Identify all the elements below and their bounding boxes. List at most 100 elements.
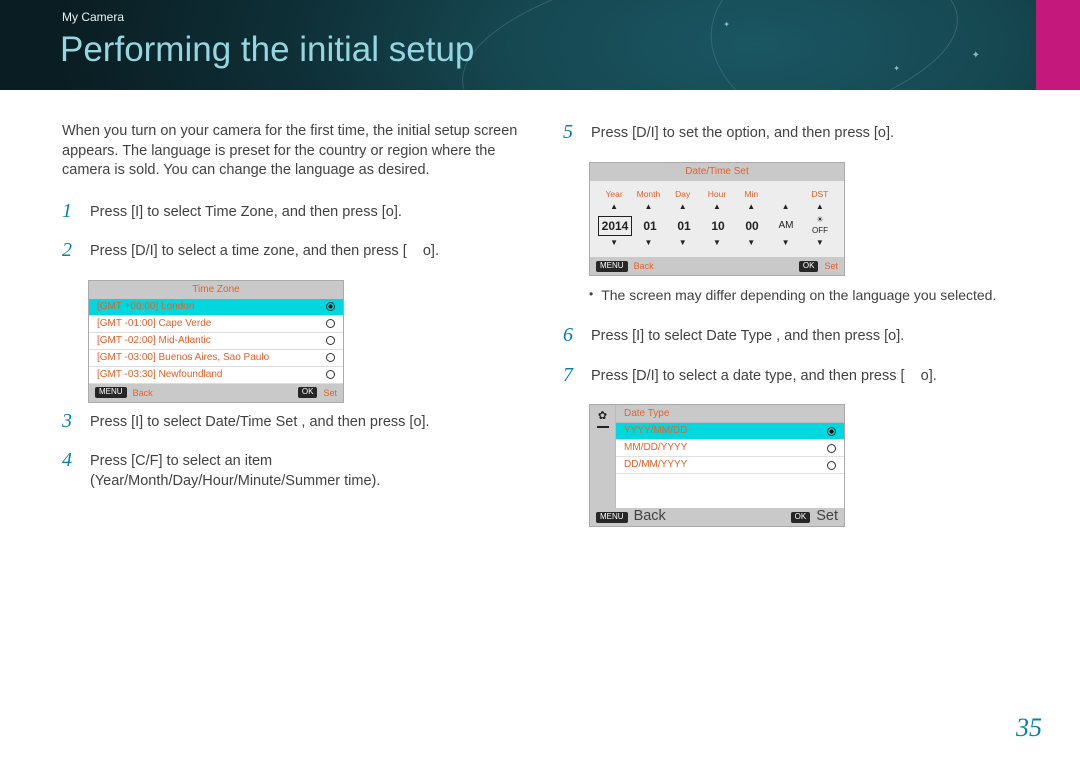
decor-swirl-2 bbox=[700, 0, 1080, 90]
up-arrow-icon[interactable]: ▲ bbox=[769, 202, 801, 213]
step-7: 7 Press [D/I] to select a date type, and… bbox=[563, 365, 1024, 387]
up-arrow-icon[interactable]: ▲ bbox=[735, 202, 767, 213]
back-label: Back bbox=[634, 507, 666, 527]
empty-rows bbox=[616, 474, 844, 508]
list-item[interactable]: DD/MM/YYYY bbox=[616, 457, 844, 474]
col-label: Year bbox=[598, 189, 630, 200]
list-item[interactable]: [GMT -03:30] Newfoundland bbox=[89, 367, 343, 384]
step-number: 5 bbox=[563, 122, 581, 142]
down-arrow-icon[interactable]: ▼ bbox=[701, 238, 733, 249]
panel-side-tabs: ✿ bbox=[590, 405, 616, 508]
step-number: 4 bbox=[62, 450, 80, 470]
step-text: Press [I] to select Time Zone, and then … bbox=[90, 201, 523, 223]
note-text: The screen may differ depending on the l… bbox=[601, 286, 996, 305]
back-label: Back bbox=[133, 387, 153, 399]
value-ampm: AM bbox=[770, 219, 802, 233]
ok-chip: OK bbox=[298, 387, 318, 398]
list-item-label: [GMT -01:00] Cape Verde bbox=[97, 317, 211, 331]
up-arrow-icon[interactable]: ▲ bbox=[667, 202, 699, 213]
value-day: 01 bbox=[668, 218, 700, 234]
radio-icon bbox=[326, 302, 335, 311]
step-2: 2 Press [D/I] to select a time zone, and… bbox=[62, 240, 523, 262]
dash-icon bbox=[597, 426, 609, 428]
radio-icon bbox=[326, 319, 335, 328]
step-number: 6 bbox=[563, 325, 581, 345]
list-item[interactable]: [GMT -02:00] Mid-Atlantic bbox=[89, 333, 343, 350]
breadcrumb: My Camera bbox=[62, 10, 124, 24]
up-arrow-icon[interactable]: ▲ bbox=[701, 202, 733, 213]
content-area: When you turn on your camera for the fir… bbox=[0, 90, 1080, 535]
col-label: Month bbox=[632, 189, 664, 200]
up-arrow-icon[interactable]: ▲ bbox=[804, 202, 836, 213]
value-hour: 10 bbox=[702, 218, 734, 234]
panel-body: Year Month Day Hour Min DST ▲ ▲ ▲ ▲ ▲ ▲ … bbox=[590, 181, 844, 258]
step-1: 1 Press [I] to select Time Zone, and the… bbox=[62, 201, 523, 223]
value-min: 00 bbox=[736, 218, 768, 234]
page-number: 35 bbox=[1016, 713, 1042, 743]
list-item[interactable]: YYYY/MM/DD bbox=[616, 423, 844, 440]
list-item[interactable]: [GMT -01:00] Cape Verde bbox=[89, 316, 343, 333]
list-item-label: [GMT -03:00] Buenos Aires, Sao Paulo bbox=[97, 351, 269, 365]
gear-icon: ✿ bbox=[598, 409, 607, 424]
list-item-label: MM/DD/YYYY bbox=[624, 441, 687, 455]
col-label bbox=[769, 189, 801, 200]
value-year: 2014 bbox=[598, 216, 632, 236]
col-label: DST bbox=[804, 189, 836, 200]
down-arrow-icon[interactable]: ▼ bbox=[667, 238, 699, 249]
step-text: Press [I] to select Date Type , and then… bbox=[591, 325, 1024, 347]
menu-chip: MENU bbox=[596, 512, 628, 523]
datetype-panel: ✿ Date Type YYYY/MM/DD MM/DD/YYYY DD/MM/… bbox=[589, 404, 845, 527]
down-arrow-icon[interactable]: ▼ bbox=[769, 238, 801, 249]
set-label: Set bbox=[816, 507, 838, 527]
back-label: Back bbox=[634, 260, 654, 272]
radio-icon bbox=[827, 461, 836, 470]
timezone-panel: Time Zone [GMT +00:00] London [GMT -01:0… bbox=[88, 280, 344, 403]
col-label: Min bbox=[735, 189, 767, 200]
step-6: 6 Press [I] to select Date Type , and th… bbox=[563, 325, 1024, 347]
panel-footer: MENU Back OK Set bbox=[590, 257, 844, 275]
list-item[interactable]: MM/DD/YYYY bbox=[616, 440, 844, 457]
bullet-icon: • bbox=[589, 286, 593, 305]
ok-chip: OK bbox=[799, 261, 819, 272]
sparkle-icon: ✦ bbox=[972, 50, 980, 61]
step-number: 3 bbox=[62, 411, 80, 431]
step-text: Press [D/I] to select a date type, and t… bbox=[591, 365, 1024, 387]
down-arrow-icon[interactable]: ▼ bbox=[598, 238, 630, 249]
intro-text: When you turn on your camera for the fir… bbox=[62, 122, 523, 181]
step-text: Press [D/I] to select a time zone, and t… bbox=[90, 240, 523, 262]
list-item-label: [GMT -03:30] Newfoundland bbox=[97, 368, 222, 382]
header-band: ✦ ✦ ✦ My Camera Performing the initial s… bbox=[0, 0, 1080, 90]
list-item-label: [GMT -02:00] Mid-Atlantic bbox=[97, 334, 211, 348]
sparkle-icon: ✦ bbox=[723, 20, 730, 29]
menu-chip: MENU bbox=[596, 261, 628, 272]
ok-chip: OK bbox=[791, 512, 811, 523]
step-3: 3 Press [I] to select Date/Time Set , an… bbox=[62, 411, 523, 433]
panel-title: Time Zone bbox=[89, 281, 343, 299]
down-arrow-icon[interactable]: ▼ bbox=[735, 238, 767, 249]
menu-chip: MENU bbox=[95, 387, 127, 398]
list-item-label: [GMT +00:00] London bbox=[97, 300, 194, 314]
up-arrow-icon[interactable]: ▲ bbox=[632, 202, 664, 213]
list-item[interactable]: [GMT -03:00] Buenos Aires, Sao Paulo bbox=[89, 350, 343, 367]
value-dst: ☀OFF bbox=[804, 215, 836, 237]
step-5: 5 Press [D/I] to set the option, and the… bbox=[563, 122, 1024, 144]
step-number: 7 bbox=[563, 365, 581, 385]
down-arrow-icon[interactable]: ▼ bbox=[804, 238, 836, 249]
section-tab bbox=[1036, 0, 1080, 90]
radio-icon bbox=[326, 353, 335, 362]
panel-footer: MENU Back OK Set bbox=[89, 384, 343, 402]
step-text: Press [C/F] to select an item (Year/Mont… bbox=[90, 450, 523, 491]
panel-footer: MENU Back OK Set bbox=[590, 508, 844, 526]
right-column: 5 Press [D/I] to set the option, and the… bbox=[563, 122, 1024, 535]
list-item[interactable]: [GMT +00:00] London bbox=[89, 299, 343, 316]
step-text: Press [I] to select Date/Time Set , and … bbox=[90, 411, 523, 433]
panel-title: Date Type bbox=[616, 405, 844, 423]
radio-icon bbox=[326, 336, 335, 345]
note: • The screen may differ depending on the… bbox=[589, 286, 1024, 305]
value-month: 01 bbox=[634, 218, 666, 234]
down-arrow-icon[interactable]: ▼ bbox=[632, 238, 664, 249]
up-arrow-icon[interactable]: ▲ bbox=[598, 202, 630, 213]
list-item-label: YYYY/MM/DD bbox=[624, 424, 687, 438]
col-label: Day bbox=[667, 189, 699, 200]
left-column: When you turn on your camera for the fir… bbox=[62, 122, 523, 535]
